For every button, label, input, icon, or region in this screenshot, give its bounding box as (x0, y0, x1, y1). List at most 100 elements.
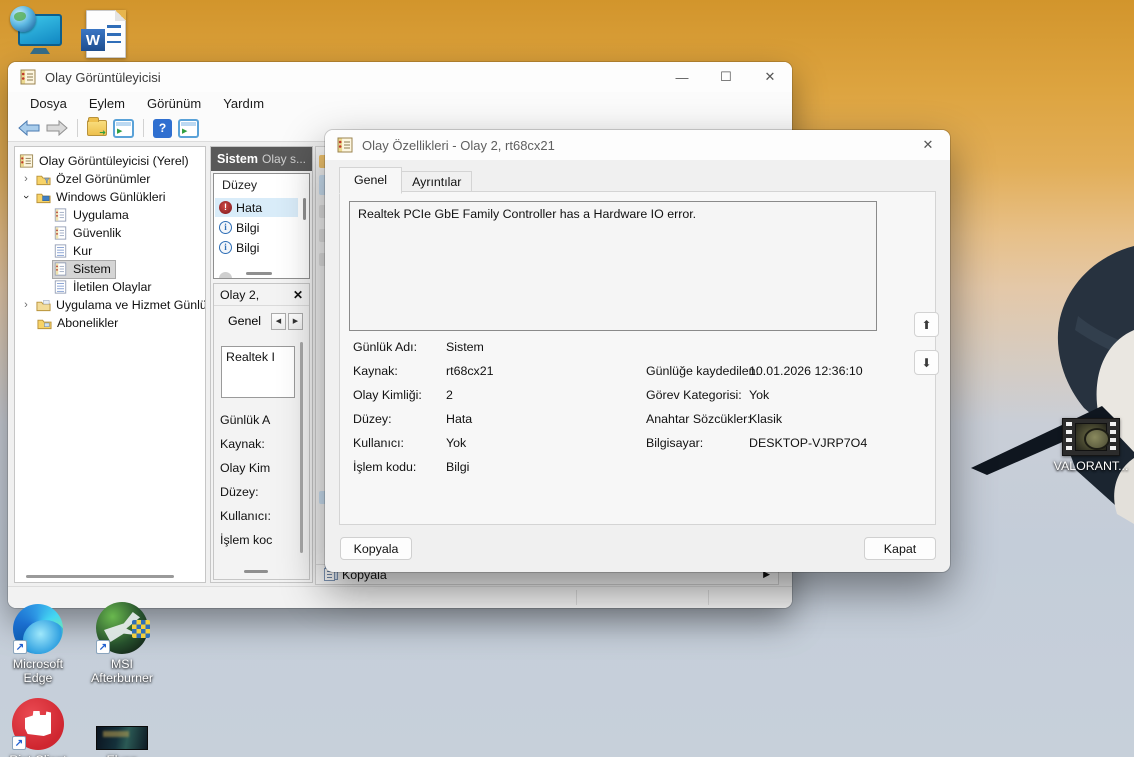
field-row: Günlük Adı: Sistem (353, 335, 484, 359)
menu-yardim[interactable]: Yardım (213, 94, 274, 113)
minimize-button[interactable]: — (660, 62, 704, 92)
globe-icon (10, 6, 36, 32)
desktop-icon-elyon[interactable]: Elyon (82, 726, 162, 757)
field-row: Bilgisayar: DESKTOP-VJRP7O4 (646, 431, 867, 455)
monitor-stand (30, 48, 50, 54)
event-level-label: Hata (236, 201, 262, 215)
dialog-close-button[interactable]: ✕ (906, 130, 950, 160)
event-properties-dialog: Olay Özellikleri - Olay 2, rt68cx21 ✕ Ge… (325, 130, 950, 572)
console-tree-toggle-icon[interactable]: ▶ (113, 119, 134, 138)
log-file-icon (53, 280, 68, 294)
tree-item-windows-gunlukleri[interactable]: › Windows Günlükleri (21, 188, 166, 206)
tree-item-uygulama-ve-hizmet[interactable]: › Uygulama ve Hizmet Günlük (21, 296, 206, 314)
field-label: Bilgisayar: (646, 436, 749, 450)
preview-horizontal-scrollbar[interactable] (244, 570, 268, 573)
chevron-down-icon[interactable]: › (20, 192, 32, 202)
preview-tab-genel[interactable]: Genel (228, 314, 261, 328)
field-label: Düzey: (353, 412, 446, 426)
event-row-bilgi[interactable]: i Bilgi (215, 218, 298, 237)
scroll-left-button[interactable]: ◀ (271, 313, 286, 330)
field-label: Görev Kategorisi: (646, 388, 749, 402)
chevron-right-icon[interactable]: › (21, 173, 31, 185)
action-pane-toggle-icon[interactable]: ▶ (178, 119, 199, 138)
menubar: Dosya Eylem Görünüm Yardım (8, 92, 274, 115)
desktop: W ↗ Microsoft Edge ↗ MSI Afterburner ↗ R… (0, 0, 1134, 757)
preview-tab-row: Genel ◀ ▶ (214, 310, 309, 332)
event-row-bilgi[interactable]: i Bilgi (215, 238, 298, 257)
preview-title: Olay 2, (220, 288, 259, 302)
log-file-icon (53, 226, 68, 240)
preview-vertical-scrollbar[interactable] (300, 342, 303, 553)
open-saved-log-icon[interactable] (87, 120, 107, 136)
previous-event-button[interactable]: ⬆ (914, 312, 939, 337)
subscriptions-folder-icon (37, 316, 52, 330)
field-row: Görev Kategorisi: Yok (646, 383, 769, 407)
list-horizontal-scrollbar[interactable] (246, 272, 272, 275)
tree-root-event-viewer[interactable]: Olay Görüntüleyicisi (Yerel) (19, 152, 189, 170)
close-button[interactable]: ✕ (748, 62, 792, 92)
field-value: DESKTOP-VJRP7O4 (749, 436, 867, 450)
event-row-hata[interactable]: ! Hata (215, 198, 298, 217)
windows-logs-folder-icon (36, 190, 51, 204)
video-thumbnail (1075, 423, 1107, 451)
tree-item-uygulama[interactable]: Uygulama (53, 206, 129, 224)
info-icon: i (219, 241, 232, 254)
tree-item-abonelikler[interactable]: Abonelikler (37, 314, 118, 332)
field-value: Bilgi (446, 460, 469, 474)
list-subtitle: Olay s... (262, 152, 306, 166)
menu-dosya[interactable]: Dosya (20, 94, 77, 113)
field-row: Anahtar Sözcükler: Klasik (646, 407, 782, 431)
tree-item-sistem[interactable]: Sistem (53, 260, 115, 278)
maximize-button[interactable]: ☐ (704, 62, 748, 92)
statusbar-separator (576, 590, 577, 605)
tree-item-ozel-gorunumler[interactable]: › Özel Görünümler (21, 170, 150, 188)
list-title: Sistem (217, 152, 258, 166)
dialog-tabs: Genel Ayrıntılar (339, 167, 472, 194)
event-description-box[interactable]: Realtek PCIe GbE Family Controller has a… (349, 201, 877, 331)
field-row: İşlem kodu: Bilgi (353, 455, 469, 479)
next-event-button[interactable]: ⬇ (914, 350, 939, 375)
tree-item-kur[interactable]: Kur (53, 242, 92, 260)
field-value: Yok (749, 388, 769, 402)
tab-genel[interactable]: Genel (339, 167, 402, 194)
shortcut-arrow-icon: ↗ (96, 640, 110, 654)
tree-item-label: Abonelikler (57, 316, 118, 330)
dialog-titlebar[interactable]: Olay Özellikleri - Olay 2, rt68cx21 ✕ (325, 130, 950, 160)
desktop-icon-msi-afterburner[interactable]: ↗ MSI Afterburner (76, 602, 168, 686)
app-service-logs-folder-icon (36, 298, 51, 312)
internet-shortcut-icon[interactable] (10, 6, 62, 54)
help-icon[interactable]: ? (153, 119, 172, 138)
desktop-icon-riot-client[interactable]: ↗ Riot Client (2, 698, 74, 757)
close-dialog-button[interactable]: Kapat (864, 537, 936, 560)
close-preview-icon[interactable]: ✕ (293, 288, 303, 302)
event-viewer-titlebar[interactable]: Olay Görüntüleyicisi — ☐ ✕ (8, 62, 792, 92)
field-label: Kullanıcı: (353, 436, 446, 450)
forward-button[interactable] (46, 120, 68, 136)
menu-eylem[interactable]: Eylem (79, 94, 135, 113)
custom-views-folder-icon (36, 172, 51, 186)
column-header-duzey[interactable]: Düzey (214, 176, 257, 194)
tree-item-guvenlik[interactable]: Güvenlik (53, 224, 121, 242)
dialog-title: Olay Özellikleri - Olay 2, rt68cx21 (362, 138, 555, 153)
desktop-icon-valorant-video[interactable]: VALORANT... (1056, 418, 1126, 473)
back-button[interactable] (18, 120, 40, 136)
desktop-icon-edge[interactable]: ↗ Microsoft Edge (2, 604, 74, 686)
document-page-icon: W (86, 10, 126, 58)
copy-button[interactable]: Kopyala (340, 537, 412, 560)
log-file-icon (53, 208, 68, 222)
preview-field-label: Kaynak: (220, 437, 265, 451)
menu-gorunum[interactable]: Görünüm (137, 94, 211, 113)
preview-field-label: Kullanıcı: (220, 509, 271, 523)
tree-horizontal-scrollbar[interactable] (26, 575, 174, 578)
icon-label: Riot Client (9, 753, 66, 757)
word-document-icon[interactable]: W (86, 10, 126, 58)
field-row: Günlüğe kaydedilen: 10.01.2026 12:36:10 (646, 359, 863, 383)
tree-item-label: Uygulama ve Hizmet Günlük (56, 298, 206, 312)
scroll-right-button[interactable]: ▶ (288, 313, 303, 330)
log-file-icon (53, 244, 68, 258)
tree-item-iletilen-olaylar[interactable]: İletilen Olaylar (53, 278, 152, 296)
list-vertical-scrollbar[interactable] (303, 198, 306, 220)
play-glyph: ▶ (182, 128, 187, 135)
chevron-right-icon[interactable]: › (21, 299, 31, 311)
event-viewer-app-icon (19, 154, 34, 168)
